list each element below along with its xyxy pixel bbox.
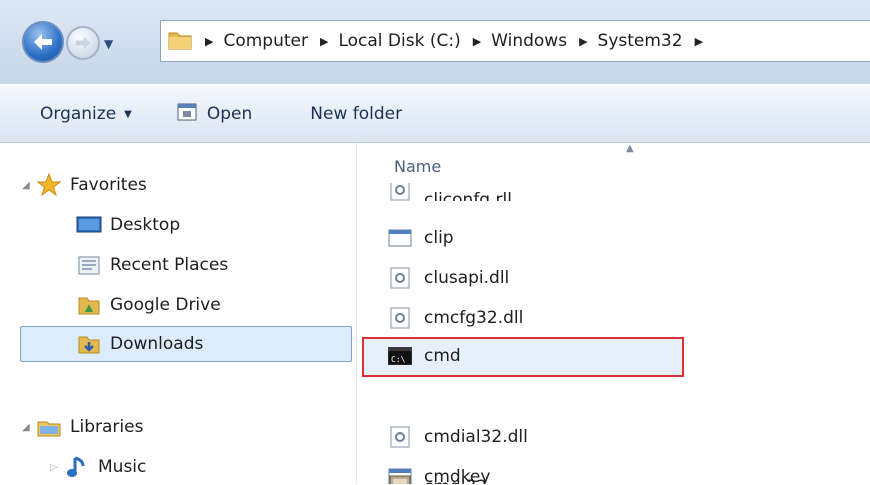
forward-button[interactable]: [66, 26, 100, 60]
breadcrumb-windows[interactable]: ▶ Windows: [461, 31, 567, 51]
recent-places-icon: [76, 253, 102, 277]
forward-arrow-icon: [75, 36, 91, 50]
breadcrumb-system32[interactable]: ▶ System32 ▶: [567, 31, 713, 51]
expand-arrow-icon[interactable]: ▷: [50, 462, 64, 473]
folder-icon: [167, 27, 193, 56]
open-window-icon: [177, 103, 197, 126]
sort-ascending-icon: ▲: [626, 143, 634, 154]
nav-item-desktop[interactable]: Desktop: [76, 207, 180, 243]
google-drive-folder-icon: [76, 293, 102, 317]
file-row[interactable]: cmdl32: [388, 471, 487, 484]
downloads-folder-icon: [76, 332, 102, 356]
file-row[interactable]: clip: [388, 220, 454, 256]
nav-favorites[interactable]: ◢ Favorites: [22, 167, 147, 203]
breadcrumb-local-disk[interactable]: ▶ Local Disk (C:): [308, 31, 461, 51]
pane-divider[interactable]: [356, 143, 357, 484]
cmd-console-icon: C:\: [388, 345, 412, 367]
music-note-icon: [64, 455, 90, 479]
back-arrow-icon: [34, 34, 52, 50]
dll-file-icon: [388, 307, 412, 329]
dll-file-icon: [388, 267, 412, 289]
back-button[interactable]: [22, 21, 64, 63]
nav-item-recent-places[interactable]: Recent Places: [76, 247, 228, 283]
file-row[interactable]: cmdial32.dll: [388, 419, 528, 455]
svg-text:C:\: C:\: [391, 355, 406, 364]
star-icon: [36, 173, 62, 197]
chevron-right-icon: ▶: [579, 34, 588, 48]
nav-item-downloads[interactable]: Downloads: [20, 326, 352, 362]
dll-file-icon: [388, 426, 412, 448]
column-header-name[interactable]: Name: [394, 157, 441, 176]
desktop-icon: [76, 213, 102, 237]
nav-item-google-drive[interactable]: Google Drive: [76, 287, 221, 323]
chevron-down-icon: ▼: [124, 108, 132, 120]
address-bar[interactable]: ▶ Computer ▶ Local Disk (C:) ▶ Windows ▶…: [160, 20, 870, 62]
installer-icon: [388, 475, 412, 484]
organize-button[interactable]: Organize ▼: [40, 104, 132, 124]
app-icon: [388, 227, 412, 249]
nav-item-music[interactable]: ▷ Music: [50, 449, 146, 485]
chevron-right-icon: ▶: [472, 34, 482, 48]
command-toolbar: Organize ▼ Open New folder: [0, 86, 870, 143]
collapse-arrow-icon[interactable]: ◢: [22, 180, 36, 191]
open-button[interactable]: Open: [177, 103, 252, 126]
title-bar: ▼ ▶ Computer ▶ Local Disk (C:) ▶ Windows…: [0, 0, 870, 84]
file-row[interactable]: clusapi.dll: [388, 260, 509, 296]
file-row-cmd[interactable]: C:\ cmd: [388, 338, 461, 374]
file-row[interactable]: cmcfg32.dll: [388, 300, 523, 336]
dll-file-icon: [388, 183, 412, 201]
recent-pages-dropdown[interactable]: ▼: [104, 37, 113, 51]
file-list: ▲ Name cliconfg.rll clip clusapi.dll cmc…: [358, 143, 870, 484]
chevron-right-icon: ▶: [319, 34, 329, 48]
libraries-icon: [36, 415, 62, 439]
navigation-pane: ◢ Favorites Desktop Recent Places Google…: [0, 143, 354, 484]
new-folder-button[interactable]: New folder: [310, 104, 402, 124]
nav-libraries[interactable]: ◢ Libraries: [22, 409, 143, 445]
chevron-right-icon[interactable]: ▶: [695, 35, 703, 48]
chevron-right-icon: ▶: [205, 34, 214, 48]
file-row[interactable]: cliconfg.rll: [388, 183, 512, 201]
breadcrumb-computer[interactable]: ▶ Computer: [193, 31, 308, 51]
collapse-arrow-icon[interactable]: ◢: [22, 422, 36, 433]
